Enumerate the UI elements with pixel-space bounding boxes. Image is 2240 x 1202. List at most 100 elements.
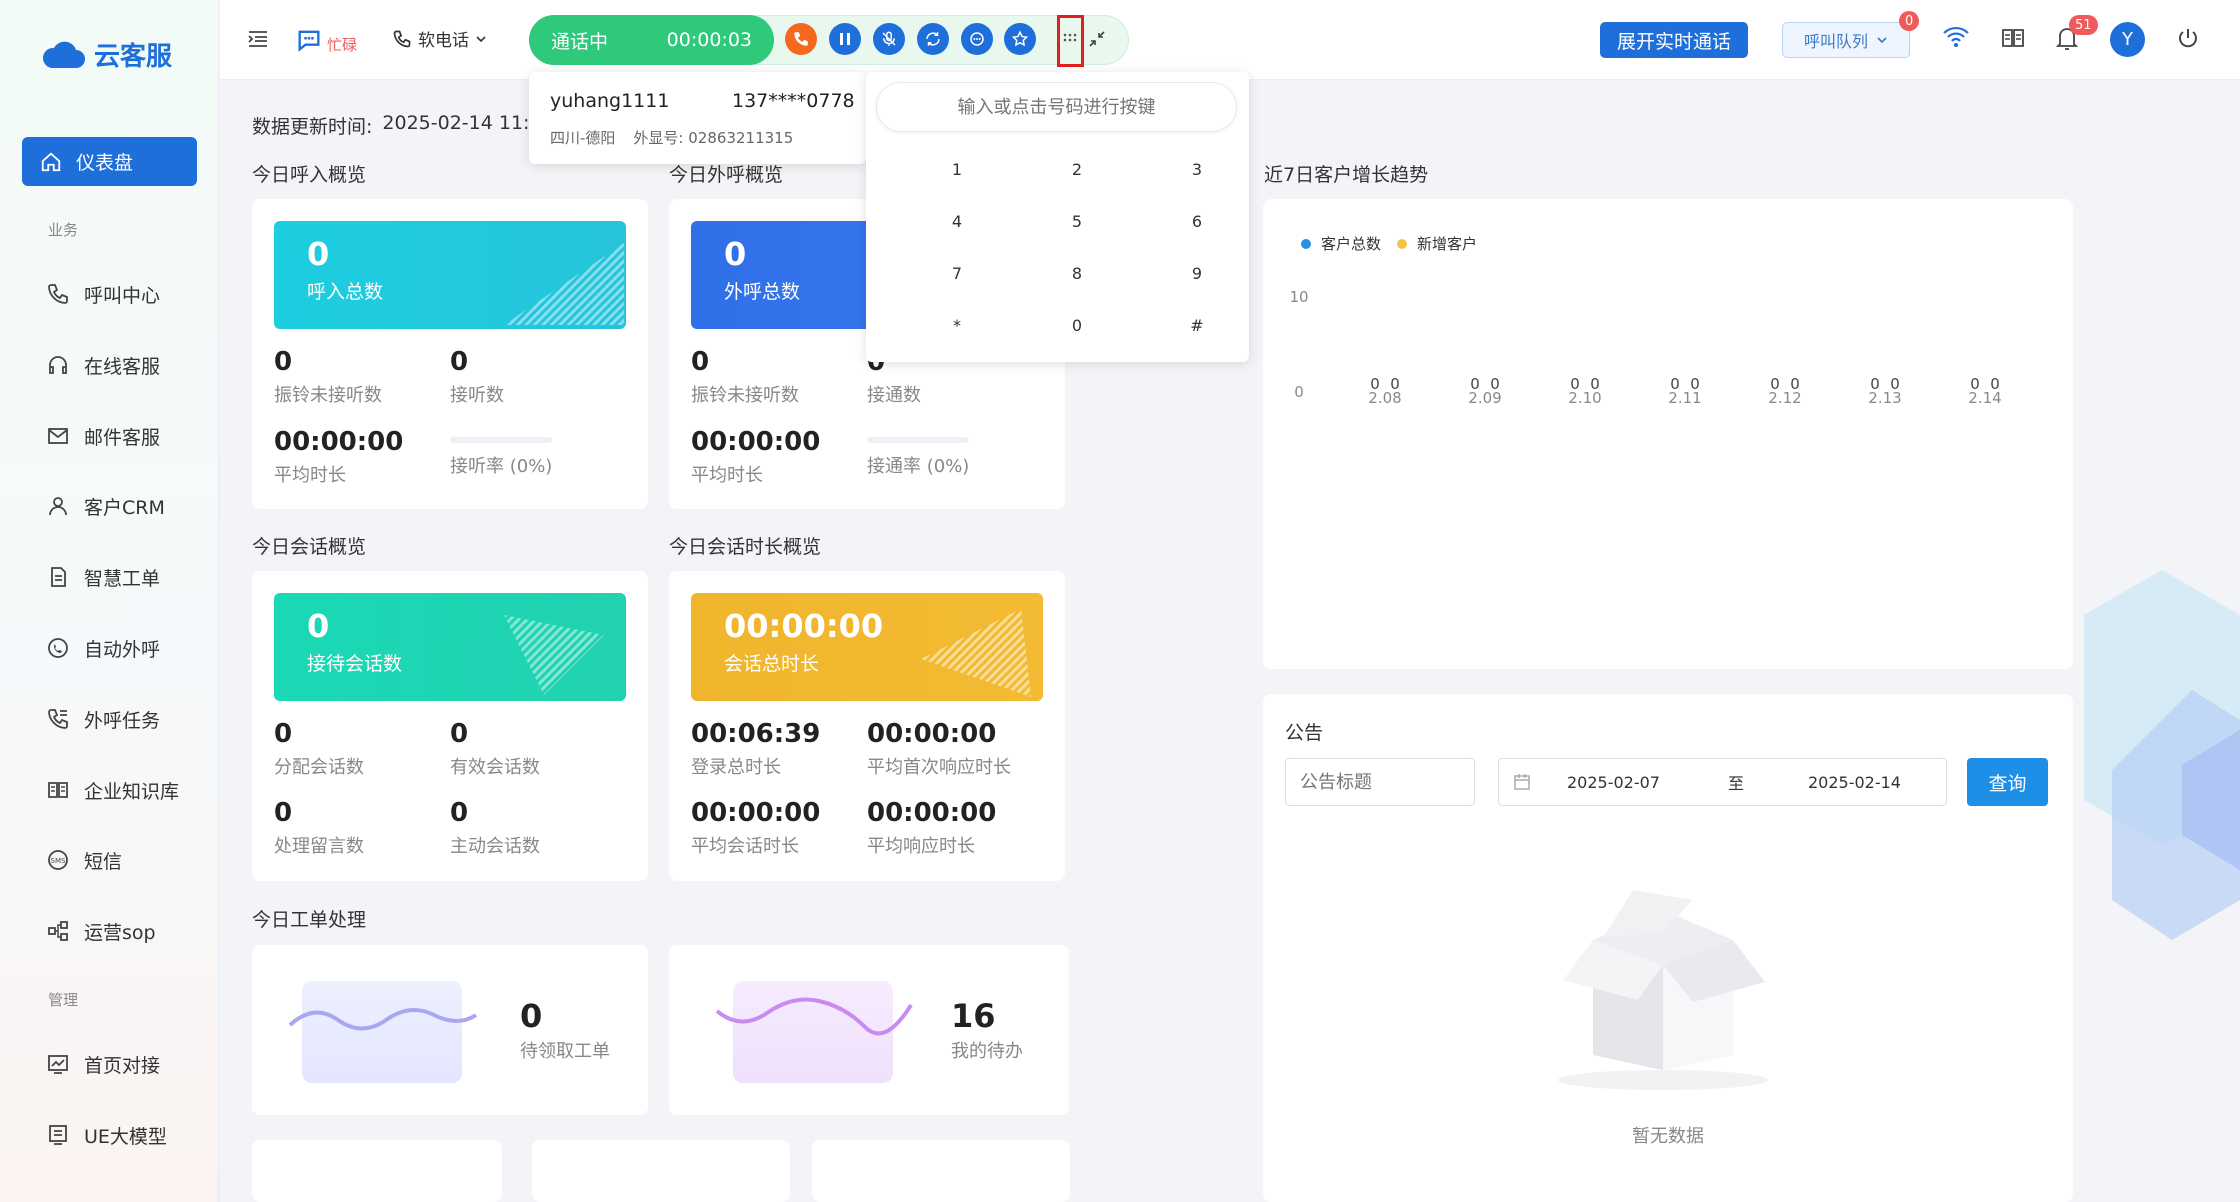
inbound-rate-bar bbox=[450, 437, 552, 443]
dial-key-4[interactable]: 4 bbox=[937, 212, 977, 231]
hold-button[interactable] bbox=[829, 23, 861, 55]
ticket-pending-label: 待领取工单 bbox=[520, 1041, 610, 1062]
sidebar-item-ticket[interactable]: 智慧工单 bbox=[46, 562, 160, 592]
sidebar-item-auto-call[interactable]: 自动外呼 bbox=[46, 633, 160, 663]
duration-title: 今日会话时长概览 bbox=[669, 536, 822, 558]
mic-off-icon bbox=[882, 31, 896, 46]
growth-chart-card: 客户总数 新增客户 0 10 0 0 2.08 0 0 2.09 0 0 2.10 0 0 2.11 0 0 2… bbox=[1263, 199, 2073, 669]
outbound-avg-label: 平均时长 bbox=[691, 465, 763, 486]
caller-phone: 137****0778 bbox=[732, 90, 855, 112]
sidebar-item-label: 短信 bbox=[84, 850, 123, 873]
expand-live-call-button[interactable]: 展开实时通话 bbox=[1600, 22, 1748, 58]
update-value: 2025-02-14 11:1 bbox=[382, 112, 542, 134]
dial-key-5[interactable]: 5 bbox=[1057, 212, 1097, 231]
sidebar-item-sms[interactable]: SMS 短信 bbox=[46, 845, 122, 875]
date-range-picker[interactable]: 2025-02-07 至 2025-02-14 bbox=[1498, 758, 1947, 806]
logout-button[interactable] bbox=[2176, 26, 2200, 50]
dial-key-1[interactable]: 1 bbox=[937, 160, 977, 179]
sidebar: 云客服 仪表盘 业务 呼叫中心 在线客服 邮件客服 客户CRM 智慧工单 自动外… bbox=[0, 0, 219, 1202]
x-tick-label: 2.10 bbox=[1568, 389, 1601, 407]
wave-icon bbox=[288, 1008, 478, 1031]
headset-icon bbox=[49, 356, 67, 374]
session-valid-label: 有效会话数 bbox=[450, 757, 540, 778]
dial-key-8[interactable]: 8 bbox=[1057, 264, 1097, 283]
avatar[interactable]: Y bbox=[2110, 22, 2145, 57]
star-icon bbox=[1011, 30, 1029, 47]
mute-button[interactable] bbox=[873, 23, 905, 55]
dial-key-star[interactable]: * bbox=[937, 316, 977, 335]
sidebar-item-home-integration[interactable]: 首页对接 bbox=[46, 1049, 160, 1079]
mail-icon bbox=[48, 428, 68, 444]
sidebar-item-sop[interactable]: 运营sop bbox=[46, 916, 156, 946]
minimize-button[interactable] bbox=[1081, 23, 1113, 55]
sidebar-item-online-service[interactable]: 在线客服 bbox=[46, 350, 160, 380]
menu-toggle-button[interactable] bbox=[246, 27, 270, 51]
highlight-box bbox=[1057, 15, 1084, 67]
outbound-rate-bar bbox=[867, 437, 969, 443]
sidebar-item-label: 仪表盘 bbox=[76, 152, 134, 174]
hangup-button[interactable] bbox=[785, 23, 817, 55]
logo-text: 云客服 bbox=[94, 42, 173, 72]
call-queue-select[interactable]: 呼叫队列 bbox=[1782, 22, 1910, 58]
favorite-button[interactable] bbox=[1004, 23, 1036, 55]
dial-key-9[interactable]: 9 bbox=[1177, 264, 1217, 283]
date-to[interactable]: 2025-02-14 bbox=[1808, 773, 1901, 792]
bottom-card bbox=[812, 1140, 1070, 1202]
dial-key-2[interactable]: 2 bbox=[1057, 160, 1097, 179]
inbound-title: 今日呼入概览 bbox=[252, 164, 367, 186]
sidebar-item-ue-model[interactable]: UE大模型 bbox=[46, 1120, 167, 1150]
dial-key-0[interactable]: 0 bbox=[1057, 316, 1097, 335]
transfer-button[interactable] bbox=[917, 23, 949, 55]
bottom-card bbox=[532, 1140, 790, 1202]
sidebar-item-label: 客户CRM bbox=[84, 496, 165, 519]
agent-status[interactable]: 忙碌 bbox=[295, 24, 357, 55]
section-manage: 管理 bbox=[48, 991, 79, 1009]
status-text: 忙碌 bbox=[327, 36, 358, 54]
dial-key-hash[interactable]: # bbox=[1177, 316, 1217, 335]
date-from[interactable]: 2025-02-07 bbox=[1567, 773, 1660, 792]
notice-title-input[interactable] bbox=[1285, 758, 1475, 806]
dial-key-3[interactable]: 3 bbox=[1177, 160, 1217, 179]
chat-icon bbox=[970, 32, 984, 46]
y-tick-label: 0 bbox=[1294, 383, 1304, 401]
svg-text:SMS: SMS bbox=[51, 857, 66, 865]
network-button[interactable] bbox=[1942, 25, 1970, 49]
ticket-pending-card[interactable]: 0 待领取工单 bbox=[252, 945, 648, 1115]
sidebar-item-label: 在线客服 bbox=[84, 355, 161, 378]
empty-box-icon bbox=[1558, 890, 1768, 1090]
sms-icon: SMS bbox=[48, 850, 68, 870]
x-tick-label: 2.09 bbox=[1468, 389, 1501, 407]
consult-button[interactable] bbox=[961, 23, 993, 55]
phone-icon bbox=[48, 284, 68, 304]
ticket-todo-label: 我的待办 bbox=[951, 1041, 1023, 1062]
ticket-todo-card[interactable]: 16 我的待办 bbox=[669, 945, 1069, 1115]
wifi-icon bbox=[1943, 26, 1969, 47]
sidebar-item-dashboard[interactable]: 仪表盘 bbox=[22, 137, 197, 186]
outbound-answered-label: 接通数 bbox=[867, 385, 921, 406]
chat-status-icon bbox=[298, 30, 320, 52]
duration-first-label: 平均首次响应时长 bbox=[867, 757, 1011, 778]
sidebar-item-call-center[interactable]: 呼叫中心 bbox=[46, 279, 160, 309]
sidebar-item-knowledge[interactable]: 企业知识库 bbox=[46, 775, 179, 805]
dial-key-6[interactable]: 6 bbox=[1177, 212, 1217, 231]
sidebar-item-crm[interactable]: 客户CRM bbox=[46, 491, 165, 521]
dtmf-input[interactable] bbox=[876, 82, 1237, 132]
outbound-title: 今日外呼概览 bbox=[669, 164, 784, 186]
sidebar-item-label: 邮件客服 bbox=[84, 426, 161, 449]
session-msg: 0 bbox=[274, 798, 293, 828]
duration-resp-label: 平均响应时长 bbox=[867, 836, 975, 857]
query-button[interactable]: 查询 bbox=[1967, 758, 2048, 806]
inbound-avg-label: 平均时长 bbox=[274, 465, 346, 486]
manual-button[interactable] bbox=[2001, 27, 2025, 49]
dial-key-7[interactable]: 7 bbox=[937, 264, 977, 283]
sidebar-item-mail-service[interactable]: 邮件客服 bbox=[46, 421, 160, 451]
session-banner: 0 接待会话数 bbox=[274, 593, 626, 701]
softphone-menu[interactable]: 软电话 bbox=[392, 26, 487, 51]
session-card: 0 接待会话数 0 分配会话数 0 有效会话数 0 处理留言数 0 主动会话数 bbox=[252, 571, 648, 881]
notification-badge: 51 bbox=[2069, 15, 2098, 35]
sidebar-item-call-task[interactable]: 外呼任务 bbox=[46, 704, 160, 734]
logo[interactable]: 云客服 bbox=[40, 36, 172, 73]
duration-total-label: 会话总时长 bbox=[724, 653, 820, 675]
outbound-missed: 0 bbox=[691, 347, 710, 377]
call-info-popup: yuhang1111 137****0778 四川-德阳 外显号: 028632… bbox=[529, 72, 866, 164]
